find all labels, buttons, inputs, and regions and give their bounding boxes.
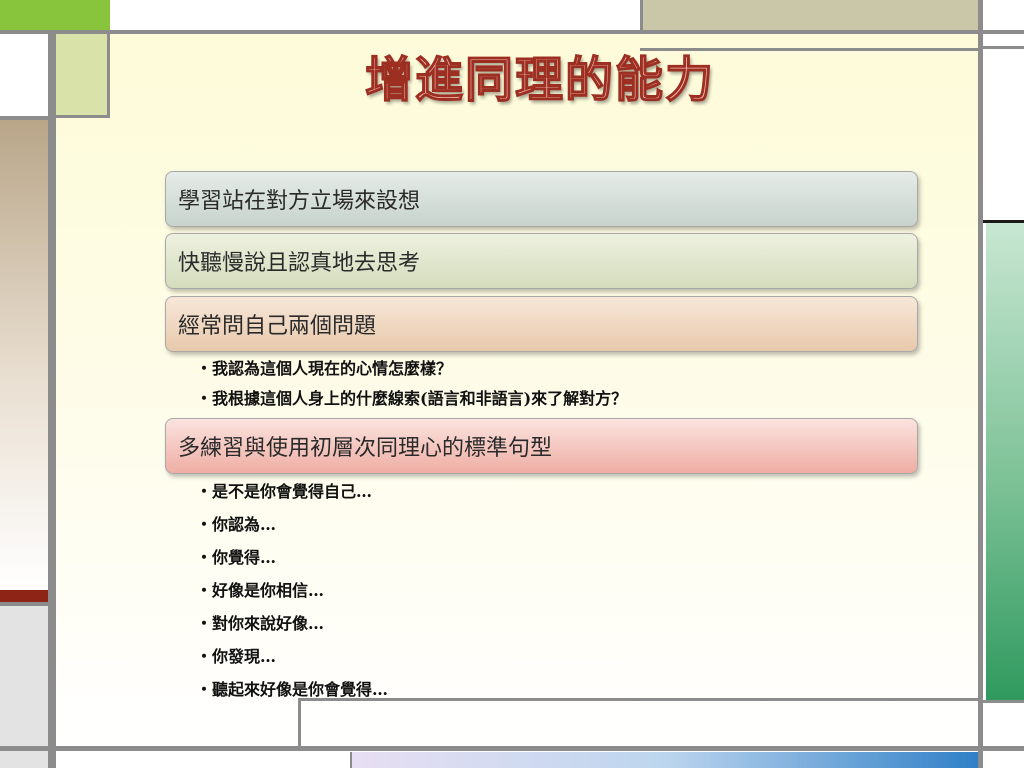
question-item: 我根據這個人身上的什麼線索(語言和非語言)來了解對方？ <box>196 387 627 417</box>
frame-line <box>0 602 48 606</box>
point-box-label: 學習站在對方立場來設想 <box>178 189 421 214</box>
sentence-pattern-item: 好像是你相信… <box>196 579 388 612</box>
slide-title: 增進同理的能力 <box>364 51 715 108</box>
sentence-pattern-list: 是不是你會覺得自己… 你認為… 你覺得… 好像是你相信… 對你來說好像… 你發現… <box>196 480 388 711</box>
sentence-pattern-item: 你發現… <box>196 645 388 678</box>
frame-line <box>978 0 983 768</box>
point-box-label: 多練習與使用初層次同理心的標準句型 <box>178 436 553 461</box>
point-box-3: 經常問自己兩個問題 <box>165 296 918 352</box>
sentence-pattern-item: 是不是你會覺得自己… <box>196 480 388 513</box>
sentence-pattern-item: 對你來說好像… <box>196 612 388 645</box>
sentence-pattern-item: 你覺得… <box>196 546 388 579</box>
question-item: 我認為這個人現在的心情怎麼樣？ <box>196 357 627 387</box>
decor-bottom-frame <box>298 698 982 750</box>
sentence-pattern-item: 你認為… <box>196 513 388 546</box>
sentence-pattern-item: 聽起來好像是你會覺得… <box>196 678 388 711</box>
frame-line <box>0 116 48 120</box>
decor-right-green-bar <box>986 222 1024 700</box>
point-box-4: 多練習與使用初層次同理心的標準句型 <box>165 418 918 474</box>
point-box-2: 快聽慢說且認真地去思考 <box>165 233 918 289</box>
frame-line <box>0 30 1024 34</box>
frame-line <box>983 700 1024 703</box>
point-box-1: 學習站在對方立場來設想 <box>165 171 918 227</box>
question-list: 我認為這個人現在的心情怎麼樣？ 我根據這個人身上的什麼線索(語言和非語言)來了解… <box>196 357 627 417</box>
decor-grey-block <box>0 606 48 768</box>
decor-black-line <box>982 220 1024 223</box>
point-box-label: 經常問自己兩個問題 <box>178 314 377 339</box>
point-box-label: 快聽慢說且認真地去思考 <box>178 251 421 276</box>
frame-line <box>0 746 1024 751</box>
frame-line <box>48 34 56 768</box>
decor-bottom-gradient <box>350 752 980 768</box>
decor-tan-block <box>640 0 980 32</box>
decor-green-tab <box>0 0 110 32</box>
decor-left-gradient-bar <box>0 120 48 590</box>
